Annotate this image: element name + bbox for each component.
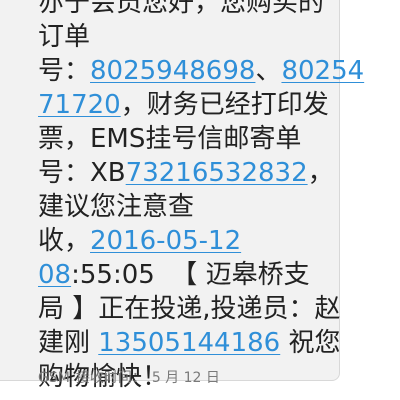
message-text: 号： <box>38 56 91 86</box>
message-line: 票，EMS挂号信邮寄单 <box>38 122 338 156</box>
message-meta: GSM 接收时间： 5 月 12 日 <box>38 368 220 388</box>
received-time-label: 接收时间： <box>75 370 146 386</box>
message-line: 订单 <box>38 20 338 54</box>
message-line: 收，2016-05-12 <box>38 224 338 258</box>
message-text: 订单 <box>38 22 91 52</box>
message-line: 亦于会员您好，您购买的 <box>38 0 338 20</box>
order-number-link[interactable]: 71720 <box>38 90 121 120</box>
message-line: 建议您注意查 <box>38 190 338 224</box>
message-text: ， <box>307 158 334 188</box>
message-text: 亦于会员您好，您购买的 <box>38 0 325 18</box>
date-link[interactable]: 2016-05-12 <box>90 226 241 256</box>
message-body: 亦于会员您好，您购买的 订单 号：8025948698、80254 71720，… <box>38 0 364 394</box>
message-text: 【 迈皋桥支 <box>154 260 310 290</box>
message-text: 建议您注意查 <box>38 192 195 222</box>
message-text: 号：XB <box>38 158 126 188</box>
message-text: 建刚 <box>38 328 99 358</box>
phone-number-link[interactable]: 13505144186 <box>98 328 280 358</box>
message-text: 祝您 <box>280 328 341 358</box>
message-line: 局 】正在投递,投递员：赵 <box>38 292 341 326</box>
received-date: 5 月 12 日 <box>151 370 220 386</box>
order-number-link[interactable]: 80254 <box>281 56 364 86</box>
message-text: 局 】正在投递,投递员：赵 <box>38 294 341 324</box>
message-line: 71720，财务已经打印发 <box>38 88 338 122</box>
date-link[interactable]: 08 <box>38 260 71 290</box>
message-line: 08:55:05 【 迈皋桥支 <box>38 258 338 292</box>
message-text: ，财务已经打印发 <box>120 90 329 120</box>
message-text: 票，EMS挂号信邮寄单 <box>38 124 302 154</box>
tracking-number-link[interactable]: 73216532832 <box>126 158 308 188</box>
message-text: :55:05 <box>71 260 155 290</box>
message-line: 号：8025948698、80254 <box>38 54 364 88</box>
message-line: 号：XB73216532832， <box>38 156 338 190</box>
message-text: 、 <box>255 56 282 86</box>
message-line: 建刚 13505144186 祝您 <box>38 326 341 360</box>
order-number-link[interactable]: 8025948698 <box>90 56 255 86</box>
network-label: GSM <box>38 370 70 386</box>
message-text: 收， <box>38 226 91 256</box>
